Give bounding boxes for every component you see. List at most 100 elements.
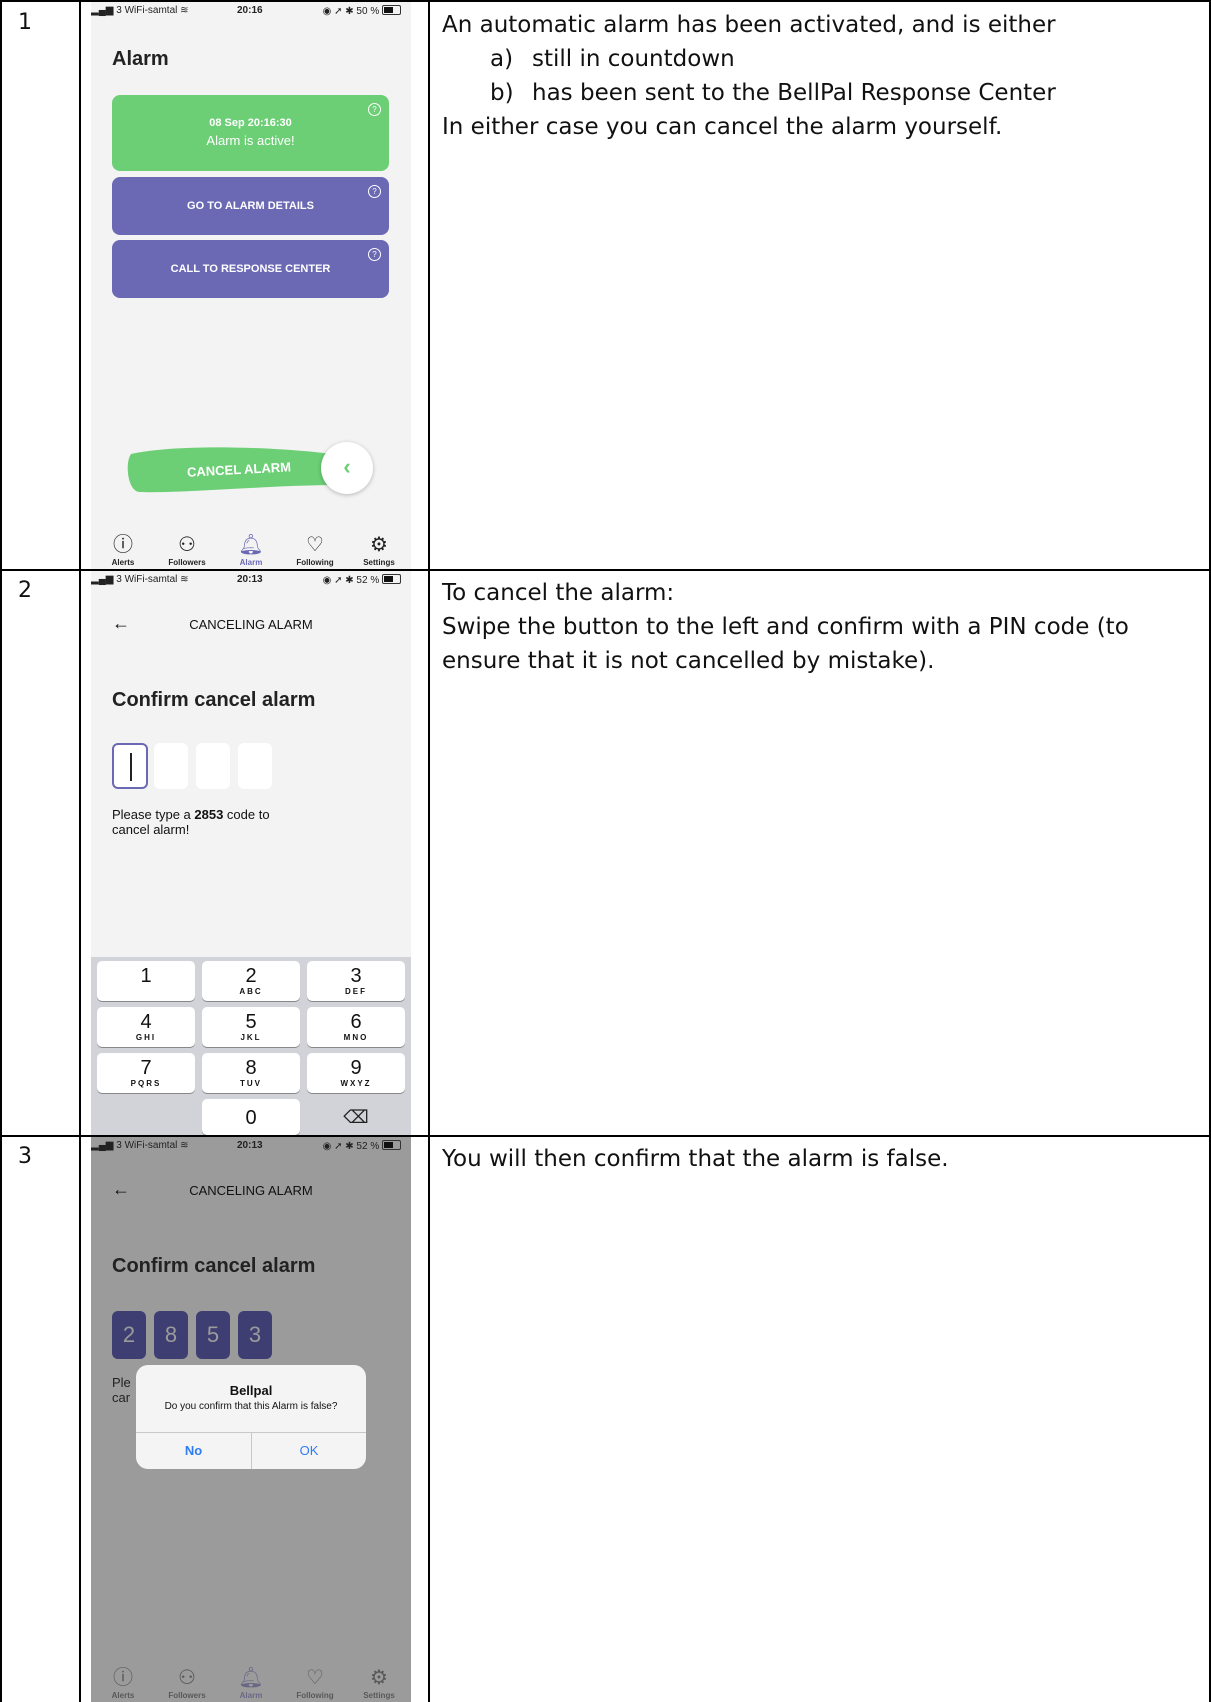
pin-input[interactable] bbox=[112, 743, 282, 793]
key-9[interactable]: 9 WXYZ bbox=[307, 1053, 405, 1093]
description-line: You will then confirm that the alarm is … bbox=[442, 1146, 949, 1172]
numeric-keypad: 1 2 ABC 3 DEF 4 GHI 5 JKL 6 MNO 7 PQRS 8 TUV 9W… bbox=[91, 957, 411, 1135]
status-bar: ▂▄▆ 3 WiFi-samtal ≋ 20:13 ◉ ➚ ✱ 52 % bbox=[91, 1137, 411, 1155]
battery-status: ◉ ➚ ✱ 50 % bbox=[323, 5, 401, 17]
battery-status: ◉ ➚ ✱ 52 % bbox=[323, 574, 401, 586]
table-border-col2 bbox=[428, 0, 430, 1702]
pin-input-filled: 2 8 5 3 bbox=[112, 1311, 282, 1359]
page-title: Alarm bbox=[112, 48, 169, 70]
tab-settings[interactable]: ⚙ Settings bbox=[347, 532, 411, 567]
pin-digit-box: 8 bbox=[154, 1311, 188, 1359]
status-bar: ▂▄▆ 3 WiFi-samtal ≋ 20:13 ◉ ➚ ✱ 52 % bbox=[91, 571, 411, 589]
people-icon: ⚇ bbox=[178, 534, 196, 556]
pin-digit-box[interactable] bbox=[154, 743, 188, 789]
heart-icon: ♡ bbox=[306, 1667, 324, 1689]
screen-header: CANCELING ALARM bbox=[189, 1183, 313, 1198]
backspace-icon[interactable]: ⌫ bbox=[307, 1099, 405, 1135]
phone-screen-pin-entry: ▂▄▆ 3 WiFi-samtal ≋ 20:13 ◉ ➚ ✱ 52 % ← C… bbox=[91, 571, 411, 1135]
table-border-col1 bbox=[79, 0, 81, 1702]
description-item: a) still in countdown bbox=[490, 46, 735, 72]
pin-digit-box: 3 bbox=[238, 1311, 272, 1359]
key-8[interactable]: 8 TUV bbox=[202, 1053, 300, 1093]
battery-status: ◉ ➚ ✱ 52 % bbox=[323, 1140, 401, 1152]
clock: 20:13 bbox=[237, 1140, 263, 1151]
pin-digit-box[interactable] bbox=[196, 743, 230, 789]
tab-alerts[interactable]: ⓘ Alerts bbox=[91, 532, 155, 567]
description-line: To cancel the alarm: bbox=[442, 580, 675, 606]
chevron-left-icon: ‹ bbox=[343, 454, 351, 479]
alarm-status: Alarm is active! bbox=[206, 133, 295, 148]
battery-icon bbox=[382, 574, 401, 584]
description-outro: In either case you can cancel the alarm … bbox=[442, 114, 1003, 140]
tab-bar: ⓘ Alerts ⚇ Followers 🔔︎ Alarm ♡ Following ⚙ S… bbox=[91, 1665, 411, 1702]
carrier: ▂▄▆ 3 WiFi-samtal ≋ bbox=[91, 5, 189, 16]
key-4[interactable]: 4 GHI bbox=[97, 1007, 195, 1047]
phone-screen-alarm: ▂▄▆ 3 WiFi-samtal ≋ 20:16 ◉ ➚ ✱ 50 % Ala… bbox=[91, 2, 411, 569]
cancel-alarm-slider[interactable]: CANCEL ALARM ‹ bbox=[125, 442, 373, 494]
key-1[interactable]: 1 bbox=[97, 961, 195, 1001]
tab-alerts: ⓘ Alerts bbox=[91, 1665, 155, 1700]
pin-digit-box[interactable] bbox=[238, 743, 272, 789]
confirm-dialog: Bellpal Do you confirm that this Alarm i… bbox=[136, 1365, 366, 1469]
tab-alarm[interactable]: 🔔︎ Alarm bbox=[219, 532, 283, 567]
pin-hint: Please type a 2853 code to cancel alarm! bbox=[112, 807, 270, 837]
key-0[interactable]: 0 bbox=[202, 1099, 300, 1135]
pin-digit-box: 2 bbox=[112, 1311, 146, 1359]
row-number: 3 bbox=[18, 1144, 32, 1169]
alarm-details-button[interactable]: ? GO TO ALARM DETAILS bbox=[112, 177, 389, 235]
help-icon[interactable]: ? bbox=[368, 103, 381, 116]
key-3[interactable]: 3 DEF bbox=[307, 961, 405, 1001]
dialog-ok-button[interactable]: OK bbox=[252, 1433, 366, 1469]
description-intro: An automatic alarm has been activated, a… bbox=[442, 12, 1056, 38]
tab-alarm: 🔔︎ Alarm bbox=[219, 1665, 283, 1700]
pin-hint-obscured: Ple car bbox=[112, 1375, 131, 1405]
call-response-center-button[interactable]: ? CALL TO RESPONSE CENTER bbox=[112, 240, 389, 298]
tab-followers[interactable]: ⚇ Followers bbox=[155, 532, 219, 567]
dialog-message: Do you confirm that this Alarm is false? bbox=[164, 1401, 338, 1412]
alarm-date: 08 Sep 20:16:30 bbox=[209, 117, 292, 129]
battery-icon bbox=[382, 1140, 401, 1150]
dialog-title: Bellpal bbox=[229, 1383, 273, 1398]
row3-description: You will then confirm that the alarm is … bbox=[442, 1142, 1182, 1176]
key-6[interactable]: 6 MNO bbox=[307, 1007, 405, 1047]
pin-digit-box[interactable] bbox=[112, 743, 148, 789]
alert-circle-icon: ⓘ bbox=[113, 1667, 133, 1689]
alarm-status-card: ? 08 Sep 20:16:30 Alarm is active! bbox=[112, 95, 389, 171]
bell-icon: 🔔︎ bbox=[238, 534, 264, 556]
clock: 20:16 bbox=[237, 5, 263, 16]
tab-following[interactable]: ♡ Following bbox=[283, 532, 347, 567]
key-7[interactable]: 7 PQRS bbox=[97, 1053, 195, 1093]
clock: 20:13 bbox=[237, 574, 263, 585]
key-5[interactable]: 5 JKL bbox=[202, 1007, 300, 1047]
dialog-no-button[interactable]: No bbox=[136, 1433, 251, 1469]
phone-screen-confirm-dialog: ▂▄▆ 3 WiFi-samtal ≋ 20:13 ◉ ➚ ✱ 52 % ← C… bbox=[91, 1137, 411, 1702]
confirm-heading: Confirm cancel alarm bbox=[112, 689, 316, 711]
screen-header: CANCELING ALARM bbox=[189, 617, 313, 632]
help-icon[interactable]: ? bbox=[368, 248, 381, 261]
carrier: ▂▄▆ 3 WiFi-samtal ≋ bbox=[91, 574, 189, 585]
pin-code: 2853 bbox=[194, 807, 224, 822]
row-number: 2 bbox=[18, 578, 32, 603]
help-icon[interactable]: ? bbox=[368, 185, 381, 198]
status-bar: ▂▄▆ 3 WiFi-samtal ≋ 20:16 ◉ ➚ ✱ 50 % bbox=[91, 2, 411, 20]
row-number: 1 bbox=[18, 10, 32, 35]
carrier: ▂▄▆ 3 WiFi-samtal ≋ bbox=[91, 1140, 189, 1151]
confirm-heading: Confirm cancel alarm bbox=[112, 1255, 316, 1277]
battery-icon bbox=[382, 5, 401, 15]
pin-digit-box: 5 bbox=[196, 1311, 230, 1359]
alarm-details-label: GO TO ALARM DETAILS bbox=[187, 200, 314, 212]
tab-settings: ⚙ Settings bbox=[347, 1665, 411, 1700]
heart-icon: ♡ bbox=[306, 534, 324, 556]
description-line: Swipe the button to the left and confirm… bbox=[442, 614, 1129, 674]
table-border-left bbox=[0, 0, 2, 1702]
slider-handle[interactable]: ‹ bbox=[321, 442, 373, 494]
gear-icon: ⚙ bbox=[370, 534, 388, 556]
key-2[interactable]: 2 ABC bbox=[202, 961, 300, 1001]
tab-bar: ⓘ Alerts ⚇ Followers 🔔︎ Alarm ♡ Following ⚙ S… bbox=[91, 532, 411, 569]
gear-icon: ⚙ bbox=[370, 1667, 388, 1689]
row2-description: To cancel the alarm: Swipe the button to… bbox=[442, 576, 1182, 678]
call-response-center-label: CALL TO RESPONSE CENTER bbox=[170, 263, 331, 275]
tab-following: ♡ Following bbox=[283, 1665, 347, 1700]
row1-description: An automatic alarm has been activated, a… bbox=[442, 8, 1202, 144]
people-icon: ⚇ bbox=[178, 1667, 196, 1689]
